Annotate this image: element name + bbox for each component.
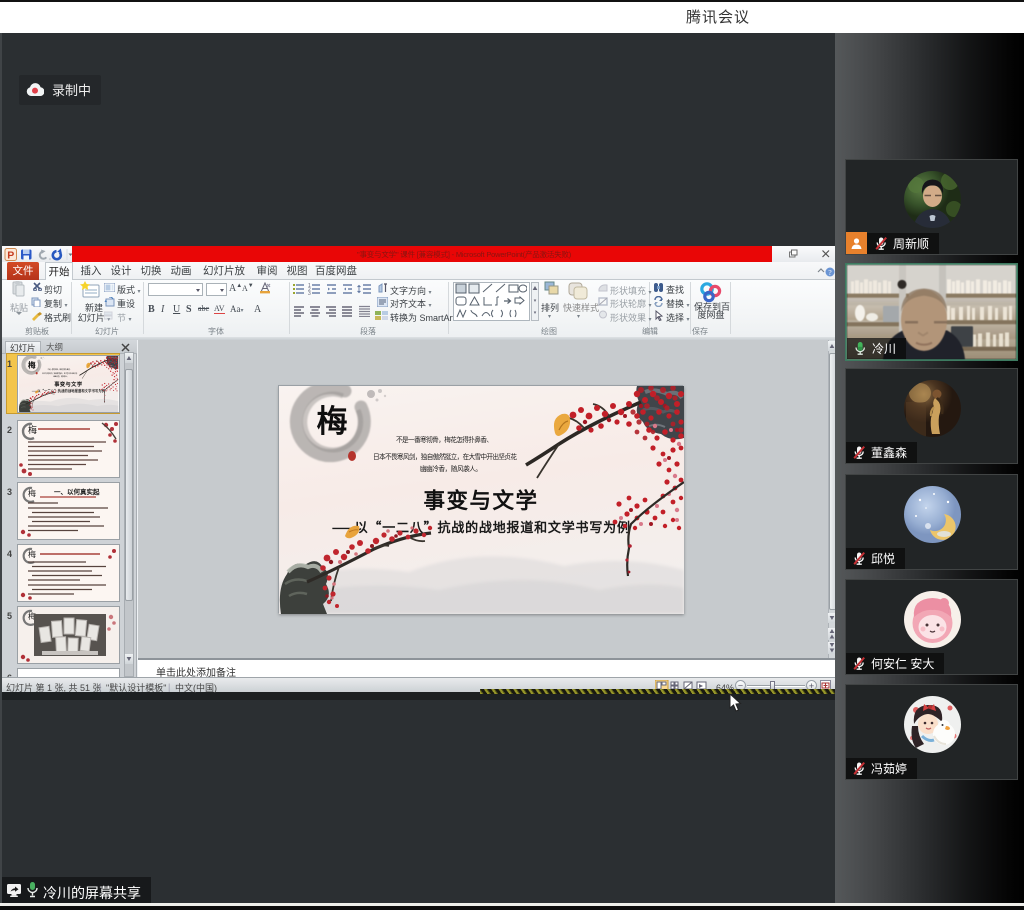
svg-text:3: 3 bbox=[308, 291, 311, 295]
svg-text:幽幽冷香，随风袭人。: 幽幽冷香，随风袭人。 bbox=[420, 463, 482, 473]
svg-text:日本不畏寒风剑，独自傲然挺立，在大雪中开出坚贞花: 日本不畏寒风剑，独自傲然挺立，在大雪中开出坚贞花 bbox=[373, 451, 517, 461]
svg-text:P: P bbox=[7, 250, 14, 262]
svg-text:梅: 梅 bbox=[317, 396, 348, 441]
svg-text:——以“一二八”抗战的战地报道和文学书写为例: ——以“一二八”抗战的战地报道和文学书写为例 bbox=[332, 517, 630, 536]
svg-text:事变与文学: 事变与文学 bbox=[423, 484, 538, 515]
svg-text:不是一番寒彻骨，梅花怎得扑鼻香、: 不是一番寒彻骨，梅花怎得扑鼻香、 bbox=[396, 434, 493, 444]
